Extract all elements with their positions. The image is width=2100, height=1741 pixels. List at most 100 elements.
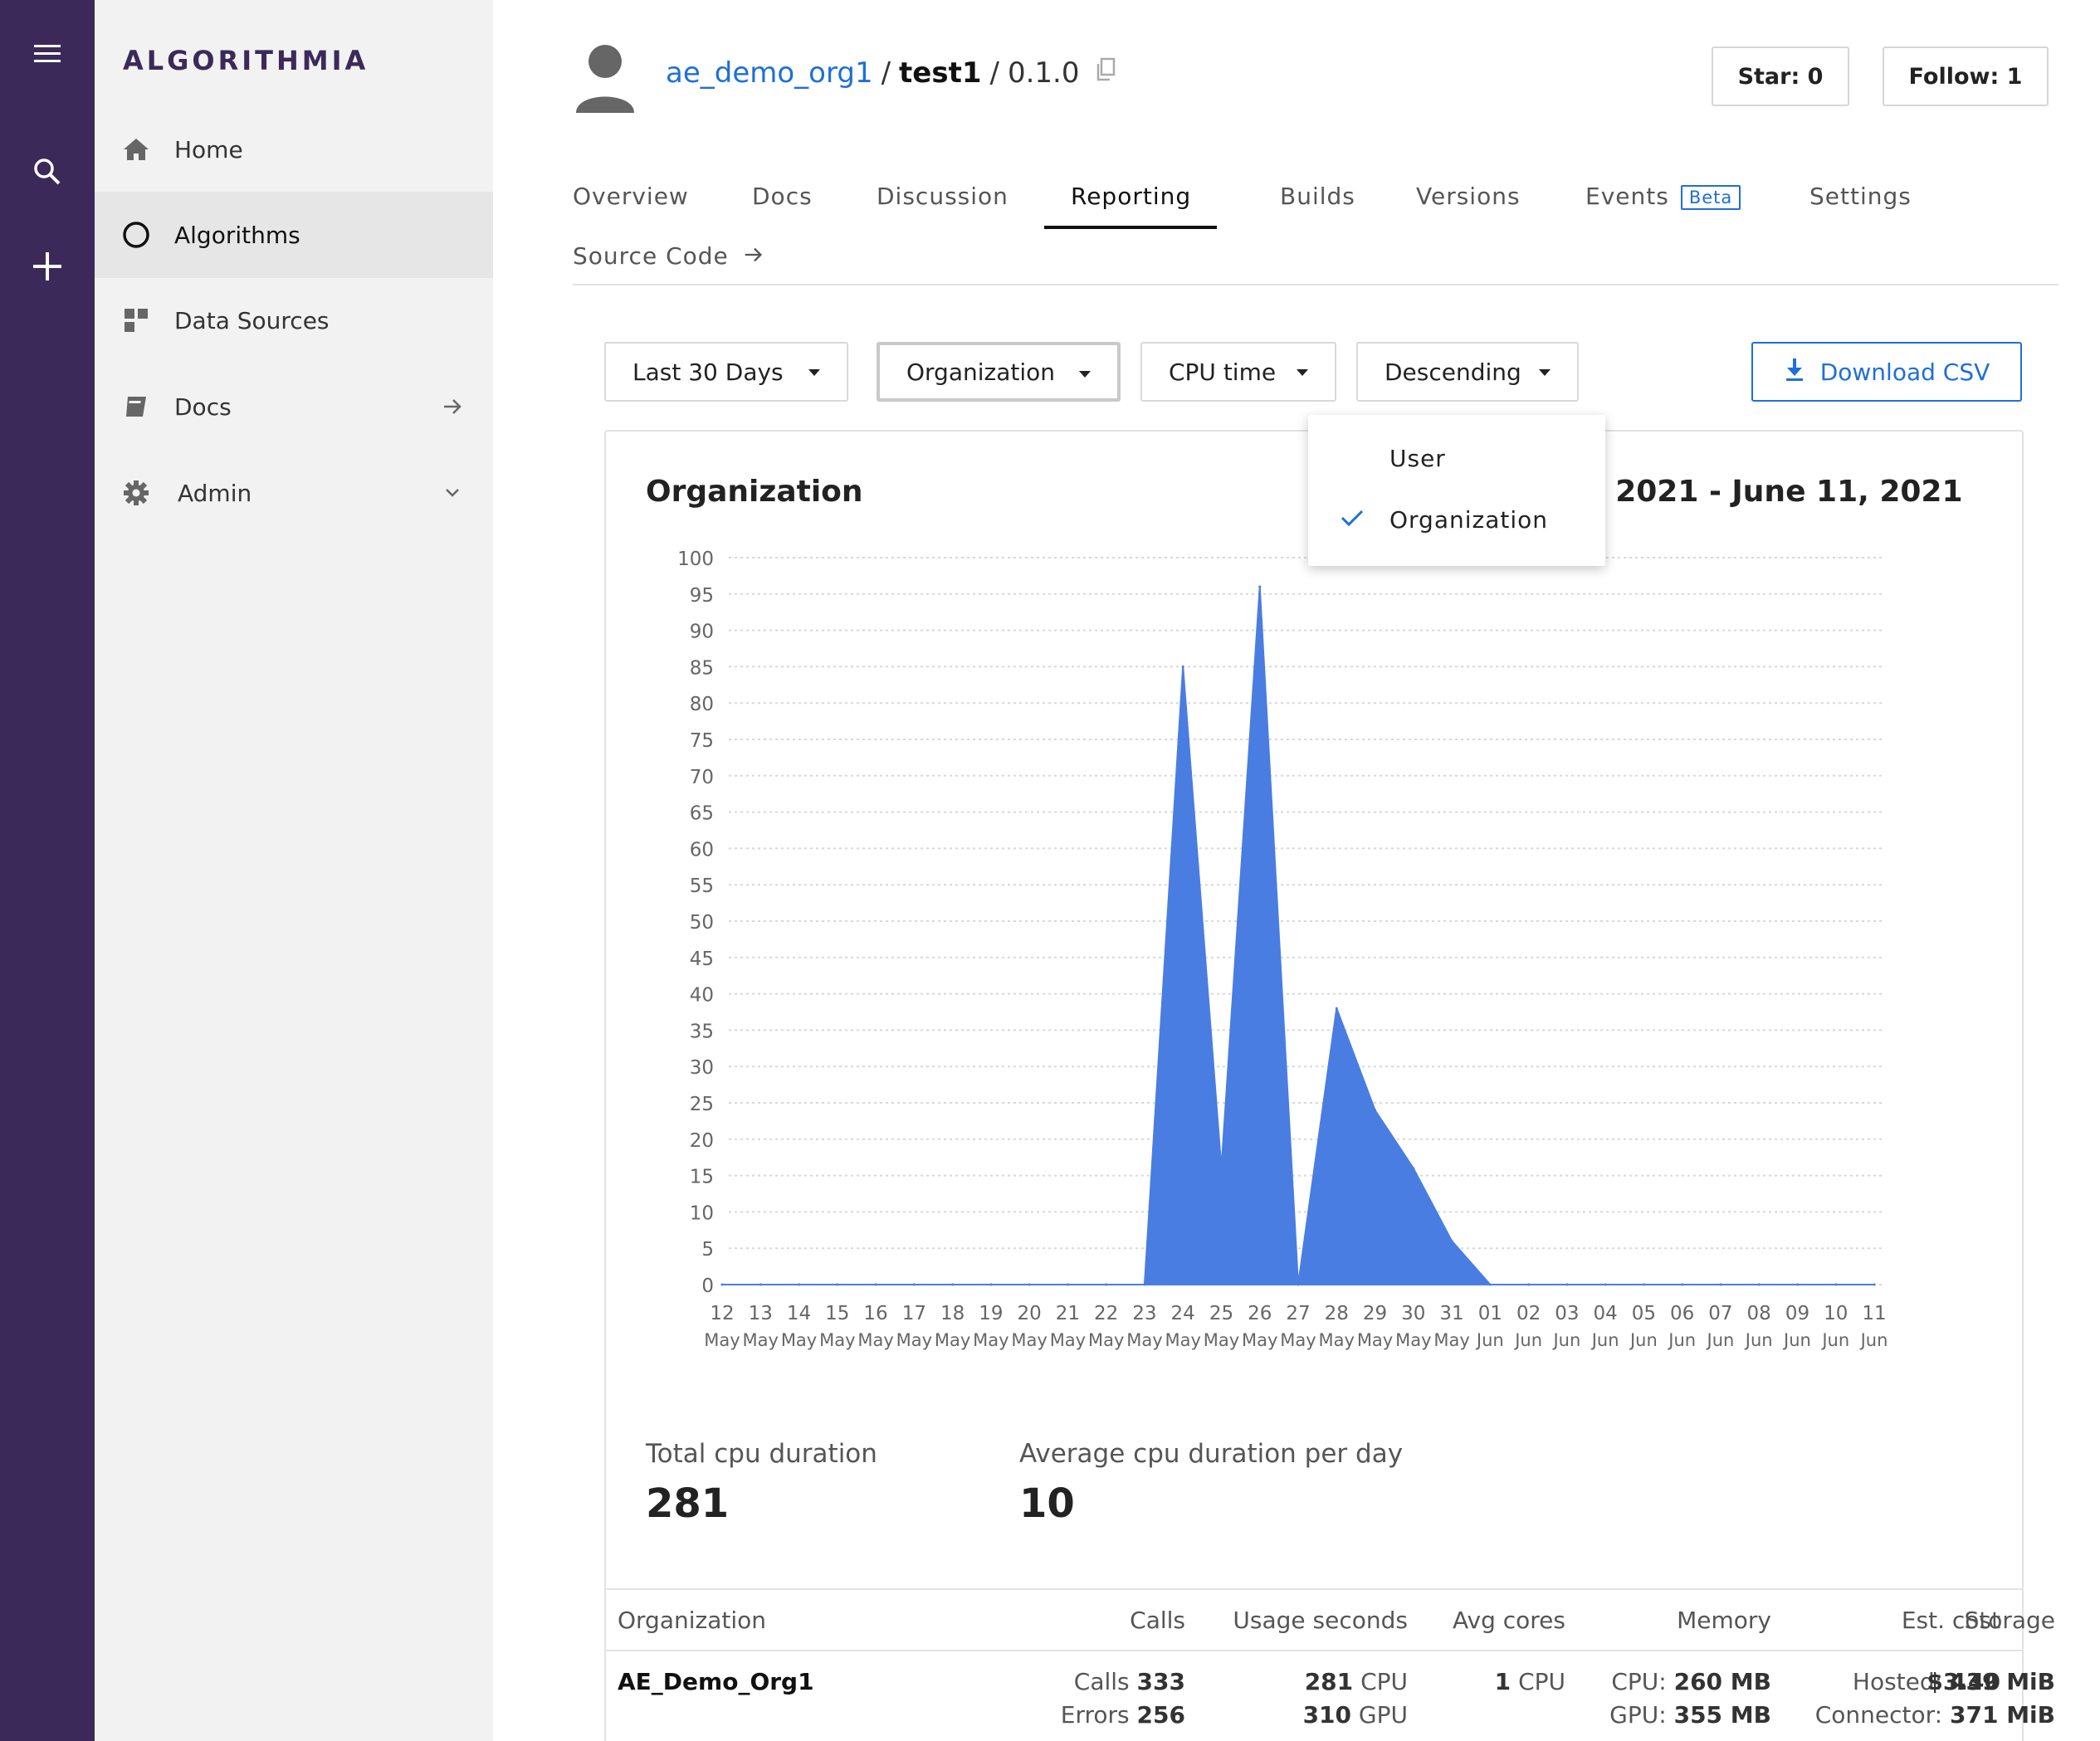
circle-icon (121, 220, 151, 250)
x-tick-label: 16 (863, 1303, 887, 1324)
tab-discussion[interactable]: Discussion (877, 183, 1008, 210)
x-tick-label: 12 (710, 1303, 734, 1324)
arrow-right-icon (742, 243, 765, 272)
data-point (1565, 1283, 1569, 1286)
search-icon[interactable] (0, 134, 95, 209)
data-point (1374, 1109, 1377, 1112)
x-tick-label: 14 (787, 1303, 811, 1324)
sidebar-item-docs[interactable]: Docs (95, 363, 493, 450)
storage-connector-value: 371 MiB (1950, 1701, 2055, 1729)
breadcrumb-separator: / (989, 56, 999, 90)
data-point (1719, 1283, 1722, 1286)
memory-gpu-label: GPU: (1609, 1701, 1667, 1729)
main-content: ae_demo_org1 / test1 / 0.1.0 Star: 0 Fol… (493, 0, 2100, 1741)
x-tick-label: 21 (1056, 1303, 1080, 1324)
tab-reporting[interactable]: Reporting (1071, 183, 1191, 210)
x-tick-sublabel: Jun (1820, 1330, 1849, 1350)
order-select[interactable]: Descending (1356, 342, 1579, 402)
x-tick-sublabel: May (857, 1330, 893, 1350)
x-tick-label: 17 (902, 1303, 926, 1324)
x-tick-label: 31 (1439, 1303, 1463, 1324)
y-tick-label: 70 (690, 767, 714, 788)
download-csv-button[interactable]: Download CSV (1751, 342, 2022, 402)
y-tick-label: 35 (690, 1021, 714, 1042)
column-header-organization: Organization (618, 1607, 767, 1634)
table-header-divider (604, 1650, 2024, 1651)
caret-down-icon (1297, 369, 1308, 376)
brand-logo[interactable]: ALGORITHMIA (123, 45, 369, 76)
sidebar-item-data-sources[interactable]: Data Sources (95, 277, 493, 363)
x-tick-sublabel: May (935, 1330, 970, 1350)
data-point (1297, 1283, 1300, 1286)
data-point (720, 1283, 724, 1286)
avatar (574, 43, 636, 118)
x-tick-sublabel: Jun (1706, 1330, 1735, 1350)
x-tick-label: 02 (1516, 1303, 1541, 1324)
storage-connector-cell: Connector: 371 MiB (1722, 1701, 2055, 1729)
gear-icon (121, 478, 151, 508)
data-point (1642, 1283, 1645, 1286)
menu-icon[interactable] (0, 17, 95, 91)
arrow-right-icon (440, 394, 465, 419)
check-icon (1340, 508, 1365, 531)
copy-icon[interactable] (1095, 56, 1116, 90)
x-tick-sublabel: Jun (1782, 1330, 1811, 1350)
x-tick-sublabel: May (1126, 1330, 1162, 1350)
tab-versions[interactable]: Versions (1416, 183, 1521, 210)
x-tick-label: 22 (1094, 1303, 1118, 1324)
tab-builds[interactable]: Builds (1280, 183, 1355, 210)
sidebar-item-home[interactable]: Home (95, 106, 493, 193)
sidebar-item-admin[interactable]: Admin (95, 450, 493, 536)
tab-docs[interactable]: Docs (752, 183, 813, 210)
column-header-est-cost: Est. cost (1901, 1607, 2000, 1634)
y-tick-label: 80 (690, 694, 714, 715)
y-tick-label: 45 (690, 949, 714, 970)
order-select-value: Descending (1385, 358, 1521, 386)
star-button[interactable]: Star: 0 (1712, 46, 1849, 106)
y-tick-label: 85 (690, 657, 714, 679)
sidebar-item-algorithms[interactable]: Algorithms (95, 192, 493, 278)
breadcrumb-org-link[interactable]: ae_demo_org1 (666, 56, 873, 90)
data-point (1795, 1283, 1799, 1286)
range-select[interactable]: Last 30 Days (604, 342, 848, 402)
avg-duration-value: 10 (1019, 1480, 1075, 1527)
x-tick-label: 28 (1325, 1303, 1349, 1324)
tab-source-code[interactable]: Source Code (573, 242, 765, 272)
tabs-divider (573, 284, 2058, 285)
data-point (1258, 585, 1262, 588)
x-tick-label: 23 (1132, 1303, 1156, 1324)
group-by-select[interactable]: Organization (877, 342, 1121, 402)
group-by-dropdown-menu: User Organization (1308, 415, 1605, 566)
follow-button[interactable]: Follow: 1 (1883, 46, 2049, 106)
metric-select[interactable]: CPU time (1140, 342, 1336, 402)
data-point (1105, 1283, 1108, 1286)
plus-icon[interactable] (0, 229, 95, 304)
group-by-select-value: Organization (906, 358, 1056, 386)
x-tick-sublabel: May (1242, 1330, 1277, 1350)
x-tick-sublabel: Jun (1859, 1330, 1888, 1350)
breadcrumb-algorithm[interactable]: test1 (899, 56, 981, 90)
data-point (912, 1283, 916, 1286)
x-tick-sublabel: May (896, 1330, 932, 1350)
tab-events[interactable]: Events Beta (1585, 183, 1741, 210)
tab-events-label: Events (1585, 183, 1669, 210)
x-tick-sublabel: May (1433, 1330, 1469, 1350)
x-tick-label: 01 (1478, 1303, 1502, 1324)
est-cost-cell: $3.40 (1854, 1668, 2000, 1695)
data-point (1181, 665, 1184, 668)
y-tick-label: 60 (690, 839, 714, 861)
x-tick-label: 30 (1401, 1303, 1425, 1324)
data-point (1412, 1167, 1415, 1170)
tab-overview[interactable]: Overview (573, 183, 689, 210)
x-tick-label: 19 (979, 1303, 1003, 1324)
data-point (1873, 1283, 1876, 1286)
x-tick-sublabel: Jun (1629, 1330, 1658, 1350)
dropdown-option-label: Organization (1389, 506, 1549, 534)
tab-settings[interactable]: Settings (1809, 183, 1912, 210)
data-point (1604, 1283, 1607, 1286)
cpu-time-chart: 0510152025303540455055606570758085909510… (677, 549, 1888, 1350)
chevron-down-icon (440, 480, 465, 505)
gpu-seconds-value: 310 (1302, 1701, 1352, 1729)
tab-source-code-label: Source Code (573, 242, 729, 270)
data-point (989, 1283, 993, 1286)
